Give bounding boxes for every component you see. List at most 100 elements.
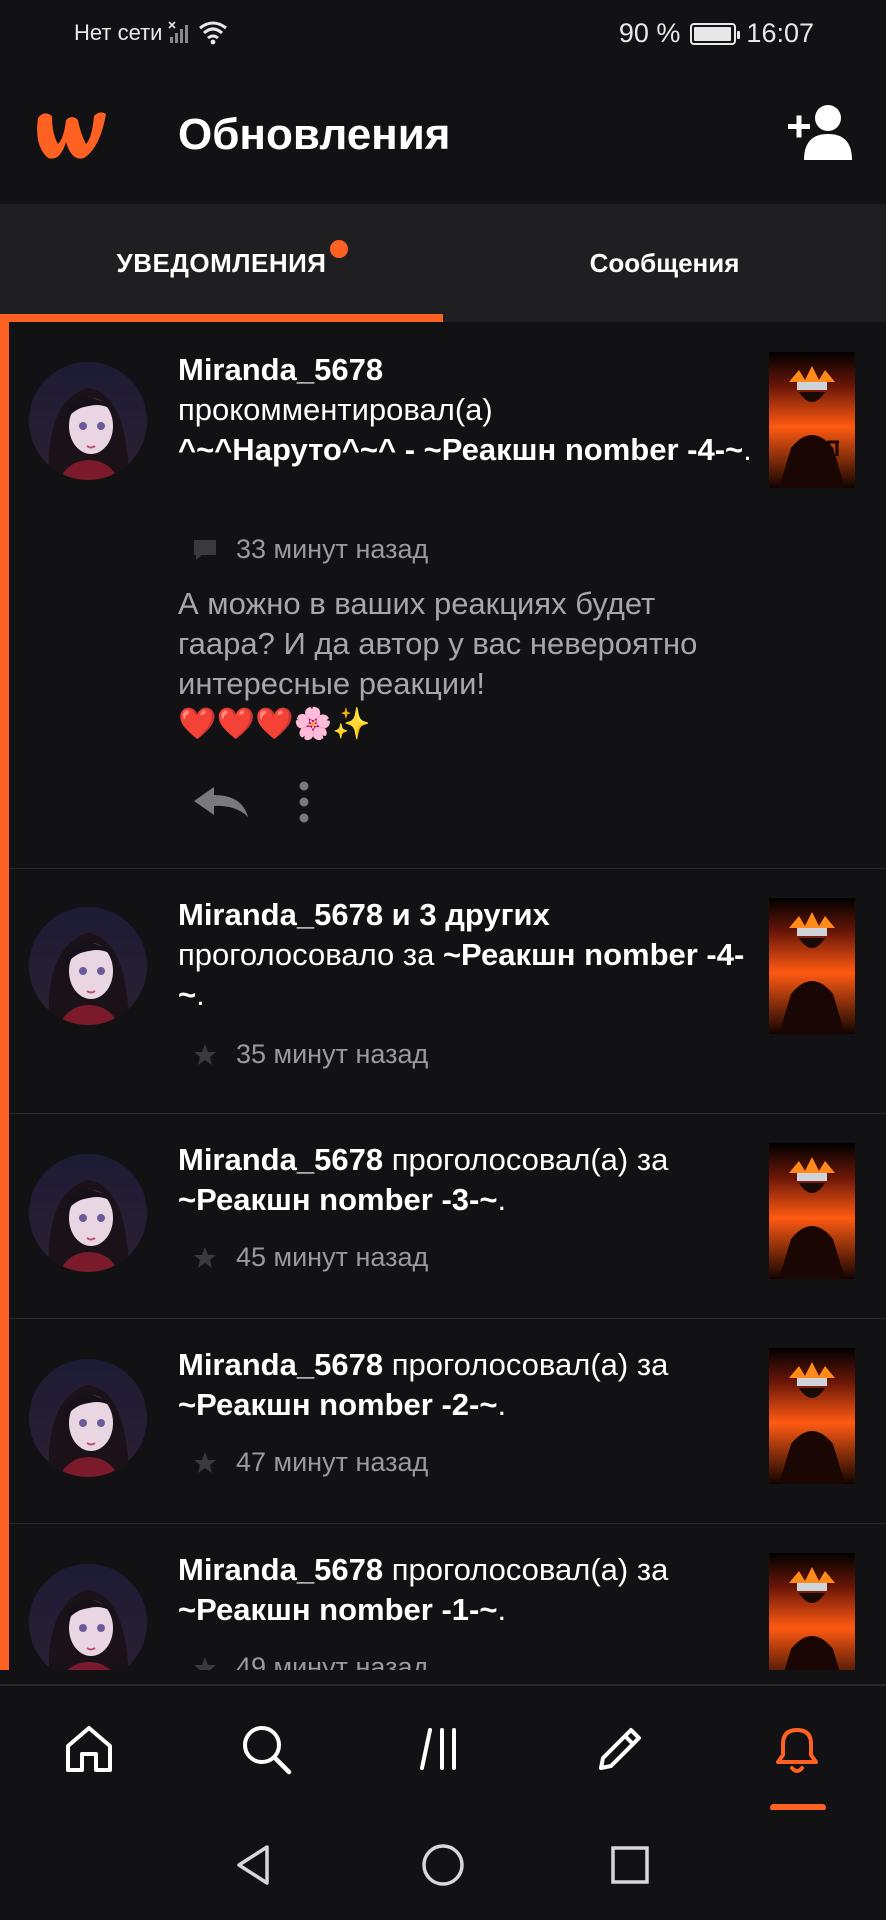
notification-meta: 35 минут назад	[192, 1039, 428, 1070]
notification-meta: 47 минут назад	[192, 1447, 428, 1478]
status-right: 90 % 16:07	[619, 18, 814, 49]
system-home-button[interactable]	[383, 1810, 503, 1920]
notification-item[interactable]: Miranda_5678 и 3 других проголосовало за…	[9, 869, 886, 1114]
notification-action: проголосовал(а) за	[391, 1347, 669, 1382]
notification-user[interactable]: Miranda_5678 и 3 других	[178, 897, 550, 932]
notification-text: Miranda_5678 проголосовал(а) за ~Реакшн …	[178, 1550, 758, 1630]
notification-story[interactable]: ~Реакшн nomber -3-~	[178, 1182, 497, 1217]
back-icon	[237, 1845, 269, 1885]
notification-item[interactable]: Miranda_5678 проголосовал(а) за ~Реакшн …	[9, 1114, 886, 1319]
page-title: Обновления	[178, 110, 451, 159]
notification-story[interactable]: ~Реакшн nomber -2-~	[178, 1387, 497, 1422]
star-icon	[194, 1656, 216, 1670]
notification-time: 33 минут назад	[236, 534, 429, 564]
system-nav	[0, 1810, 886, 1920]
notification-suffix: .	[196, 977, 205, 1012]
notification-time: 47 минут назад	[236, 1447, 429, 1477]
comment-text: А можно в ваших реакциях будет гаара? И …	[178, 584, 758, 744]
nav-home[interactable]	[0, 1686, 177, 1812]
notification-suffix: .	[497, 1387, 507, 1422]
comment-emoji: ❤️❤️❤️🌸✨	[178, 706, 371, 741]
notification-list[interactable]: Miranda_5678 прокомментировал(а) ^~^Нару…	[0, 322, 886, 1670]
search-icon	[242, 1726, 291, 1775]
notification-action: проголосовал(а) за	[391, 1552, 669, 1587]
library-icon	[419, 1728, 456, 1770]
unread-dot	[330, 240, 348, 258]
star-icon	[194, 1246, 216, 1268]
star-icon	[194, 1043, 216, 1065]
more-vertical-icon	[299, 781, 309, 823]
battery-percent: 90 %	[618, 18, 681, 48]
nav-search[interactable]	[177, 1686, 354, 1812]
notification-item[interactable]: Miranda_5678 проголосовал(а) за ~Реакшн …	[9, 1319, 886, 1524]
notification-story[interactable]: ^~^Наруто^~^ - ~Реакшн nomber -4-~	[178, 432, 743, 467]
active-tab-indicator	[0, 314, 443, 322]
notification-time: 35 минут назад	[236, 1039, 429, 1069]
notification-text: Miranda_5678 проголосовал(а) за ~Реакшн …	[178, 1140, 758, 1220]
nav-write[interactable]	[531, 1686, 708, 1812]
tab-bar: УВЕДОМЛЕНИЯ Сообщения	[0, 204, 886, 322]
bottom-nav	[0, 1684, 886, 1810]
app-header: Обновления	[0, 66, 886, 204]
notification-text: Miranda_5678 и 3 других проголосовало за…	[178, 895, 758, 1015]
tab-notifications[interactable]: УВЕДОМЛЕНИЯ	[0, 204, 443, 322]
network-label: Нет сети	[74, 20, 163, 45]
add-user-button[interactable]	[786, 102, 856, 167]
wattpad-logo-icon[interactable]	[30, 102, 110, 171]
tab-notifications-label: УВЕДОМЛЕНИЯ	[116, 247, 327, 278]
notification-story[interactable]: ~Реакшн nomber -1-~	[178, 1592, 497, 1627]
more-options-button[interactable]	[298, 780, 310, 829]
notification-suffix: .	[743, 432, 752, 467]
notification-user[interactable]: Miranda_5678	[178, 352, 383, 387]
notification-action: прокомментировал(а)	[178, 392, 493, 427]
tab-messages[interactable]: Сообщения	[443, 204, 886, 322]
avatar[interactable]	[29, 1154, 147, 1272]
notification-item[interactable]: Miranda_5678 прокомментировал(а) ^~^Нару…	[9, 322, 886, 869]
story-cover[interactable]	[769, 1143, 855, 1279]
notification-action: проголосовал(а) за	[391, 1142, 669, 1177]
notification-text: Miranda_5678 прокомментировал(а) ^~^Нару…	[178, 350, 758, 470]
write-icon	[598, 1728, 641, 1770]
comment-body: А можно в ваших реакциях будет гаара? И …	[178, 586, 698, 701]
notification-meta: 33 минут назад	[192, 534, 428, 565]
avatar[interactable]	[29, 362, 147, 480]
wifi-icon	[199, 21, 228, 45]
system-back-button[interactable]	[193, 1810, 313, 1920]
notification-user[interactable]: Miranda_5678	[178, 1142, 383, 1177]
avatar[interactable]	[29, 1564, 147, 1670]
comment-actions	[192, 780, 310, 829]
notification-suffix: .	[497, 1592, 507, 1627]
home-circle-icon	[422, 1844, 464, 1886]
comment-icon	[194, 539, 216, 560]
home-icon	[65, 1726, 112, 1772]
avatar[interactable]	[29, 1359, 147, 1477]
notification-meta: 45 минут назад	[192, 1242, 428, 1273]
story-cover[interactable]	[769, 352, 855, 488]
status-bar: Нет сети 90 % 16:07	[0, 0, 886, 66]
reply-icon	[194, 787, 248, 817]
notification-action: проголосовало за	[178, 937, 435, 972]
notification-user[interactable]: Miranda_5678	[178, 1552, 383, 1587]
clock: 16:07	[746, 18, 814, 48]
story-cover[interactable]	[769, 1553, 855, 1670]
story-cover[interactable]	[769, 898, 855, 1034]
notification-suffix: .	[497, 1182, 507, 1217]
reply-button[interactable]	[192, 785, 250, 824]
battery-icon	[690, 22, 741, 45]
network-status: Нет сети	[74, 20, 228, 46]
story-cover[interactable]	[769, 1348, 855, 1484]
star-icon	[194, 1451, 216, 1473]
notification-user[interactable]: Miranda_5678	[178, 1347, 383, 1382]
nav-notifications[interactable]	[708, 1686, 885, 1812]
unread-accent-bar	[0, 322, 9, 1670]
recents-icon	[611, 1846, 649, 1884]
notification-time: 45 минут назад	[236, 1242, 429, 1272]
notification-text: Miranda_5678 проголосовал(а) за ~Реакшн …	[178, 1345, 758, 1425]
notification-meta: 49 минут назад	[192, 1652, 428, 1670]
avatar[interactable]	[29, 907, 147, 1025]
notification-item[interactable]: Miranda_5678 проголосовал(а) за ~Реакшн …	[9, 1524, 886, 1670]
add-user-icon	[788, 105, 852, 160]
notification-time: 49 минут назад	[236, 1652, 429, 1670]
system-recents-button[interactable]	[570, 1810, 690, 1920]
nav-library[interactable]	[354, 1686, 531, 1812]
